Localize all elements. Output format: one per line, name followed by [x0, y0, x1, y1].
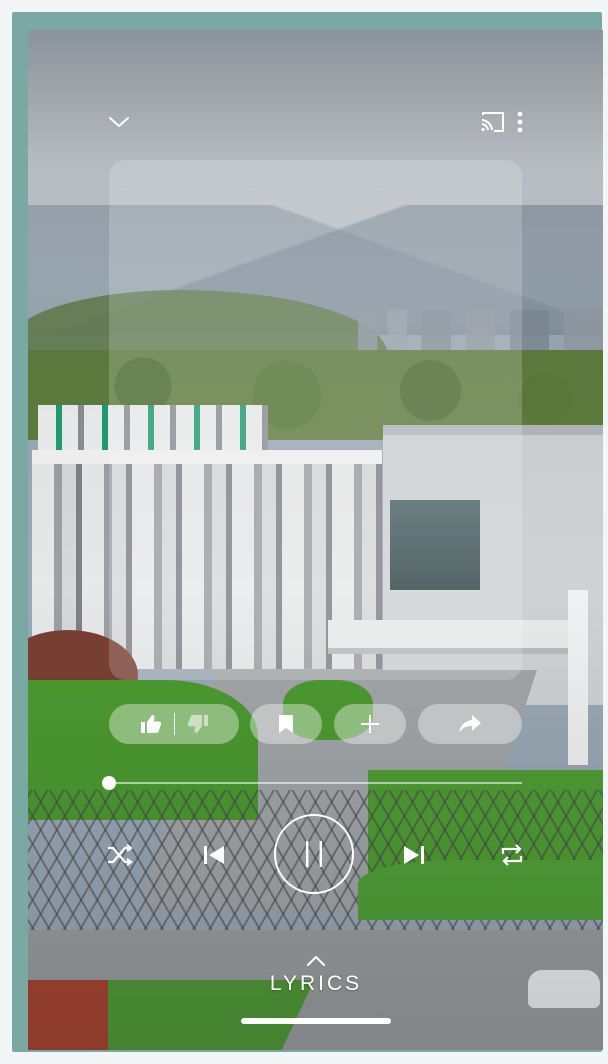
home-indicator[interactable] — [241, 1018, 391, 1024]
cast-button[interactable] — [476, 108, 510, 136]
album-artwork — [109, 160, 522, 680]
share-icon — [459, 715, 481, 733]
lyrics-tab[interactable]: LYRICS — [246, 954, 386, 1014]
save-button[interactable] — [250, 704, 322, 744]
share-button[interactable] — [418, 704, 522, 744]
collapse-button[interactable] — [102, 108, 136, 136]
add-to-playlist-button[interactable] — [334, 704, 406, 744]
like-button[interactable] — [140, 714, 162, 734]
more-vert-icon — [517, 111, 523, 133]
like-dislike-group — [109, 704, 239, 744]
repeat-button[interactable] — [494, 840, 530, 870]
skip-previous-icon — [204, 846, 224, 864]
bookmark-icon — [279, 715, 293, 733]
progress-bar[interactable] — [102, 776, 522, 790]
chevron-up-icon — [307, 956, 325, 966]
previous-button[interactable] — [196, 840, 232, 870]
lyrics-label: LYRICS — [269, 972, 363, 995]
more-options-button[interactable] — [510, 108, 530, 136]
dislike-button[interactable] — [187, 714, 209, 734]
shuffle-icon — [108, 844, 133, 866]
plus-icon — [361, 715, 379, 733]
pause-icon — [306, 841, 322, 867]
repeat-icon — [501, 844, 523, 866]
progress-thumb[interactable] — [102, 776, 116, 790]
cast-icon — [481, 112, 504, 132]
thumb-up-icon — [140, 715, 161, 733]
player-screen: LYRICS — [28, 30, 603, 1050]
thumb-down-icon — [187, 715, 208, 733]
play-pause-button[interactable] — [274, 814, 354, 894]
shuffle-button[interactable] — [102, 840, 138, 870]
next-button[interactable] — [396, 840, 432, 870]
like-separator — [173, 713, 175, 735]
skip-next-icon — [404, 846, 424, 864]
chevron-down-icon — [109, 117, 129, 127]
